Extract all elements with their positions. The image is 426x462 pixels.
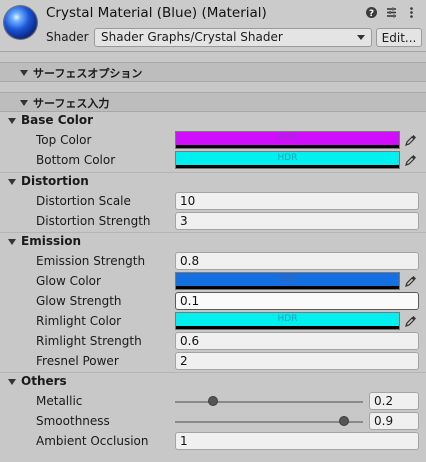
alpha-bar	[176, 165, 399, 168]
section-label: サーフェス入力	[33, 97, 110, 110]
top-color-field[interactable]: HDR	[175, 131, 400, 149]
emission-strength-input[interactable]: 0.8	[175, 252, 419, 270]
group-foldout-arrow-icon[interactable]	[8, 118, 16, 124]
hdr-tag: HDR	[277, 153, 298, 163]
divider	[0, 232, 426, 233]
group-label-others: Others	[21, 374, 67, 388]
header-icons: ?	[365, 6, 418, 19]
top-color-label: Top Color	[36, 133, 92, 147]
shader-label: Shader	[46, 30, 89, 44]
group-foldout-arrow-icon[interactable]	[8, 239, 16, 245]
alpha-bar	[176, 286, 399, 289]
fresnel-power-label: Fresnel Power	[36, 354, 119, 368]
smoothness-input[interactable]: 0.9	[369, 412, 419, 430]
bottom-color-field[interactable]: HDR	[175, 151, 400, 169]
alpha-bar	[176, 145, 399, 148]
emission-strength-label: Emission Strength	[36, 254, 146, 268]
shader-dropdown-value: Shader Graphs/Crystal Shader	[101, 30, 283, 44]
distortion-strength-label: Distortion Strength	[36, 214, 151, 228]
shader-dropdown[interactable]: Shader Graphs/Crystal Shader	[94, 28, 372, 47]
section-surface-inputs[interactable]: サーフェス入力	[0, 92, 426, 112]
foldout-arrow-icon	[20, 100, 28, 106]
glow-strength-input[interactable]: 0.1	[175, 292, 419, 310]
eyedropper-icon[interactable]	[402, 312, 419, 330]
glow-strength-label: Glow Strength	[36, 294, 122, 308]
group-label-distortion: Distortion	[21, 174, 89, 188]
eyedropper-icon[interactable]	[402, 151, 419, 169]
section-surface-options[interactable]: サーフェスオプション	[0, 62, 426, 82]
alpha-bar	[176, 326, 399, 329]
help-icon[interactable]: ?	[365, 6, 378, 19]
hdr-tag: HDR	[277, 274, 298, 284]
rimlight-strength-input[interactable]: 0.6	[175, 332, 419, 350]
rimlight-color-label: Rimlight Color	[36, 314, 122, 328]
metallic-slider-thumb[interactable]	[207, 396, 218, 406]
rimlight-color-field[interactable]: HDR	[175, 312, 400, 330]
material-preview-sphere	[4, 6, 37, 39]
hdr-tag: HDR	[277, 133, 298, 143]
distortion-scale-label: Distortion Scale	[36, 194, 131, 208]
ambient-occlusion-input[interactable]: 1	[175, 432, 419, 450]
foldout-arrow-icon	[20, 70, 28, 76]
metallic-input[interactable]: 0.2	[369, 392, 419, 410]
eyedropper-icon[interactable]	[402, 272, 419, 290]
metallic-label: Metallic	[36, 394, 83, 408]
group-foldout-arrow-icon[interactable]	[8, 179, 16, 185]
material-title: Crystal Material (Blue) (Material)	[46, 5, 267, 21]
section-label: サーフェスオプション	[33, 67, 143, 80]
distortion-strength-input[interactable]: 3	[175, 212, 419, 230]
svg-text:?: ?	[369, 9, 374, 19]
divider	[0, 372, 426, 373]
preset-icon[interactable]	[385, 6, 398, 19]
ambient-occlusion-label: Ambient Occlusion	[36, 434, 149, 448]
dropdown-arrow-icon	[357, 35, 365, 40]
bottom-color-label: Bottom Color	[36, 153, 116, 167]
group-label-base-color: Base Color	[21, 113, 94, 127]
metallic-slider-track[interactable]	[175, 401, 363, 403]
group-label-emission: Emission	[21, 234, 81, 248]
edit-shader-button[interactable]: Edit...	[376, 28, 422, 47]
fresnel-power-input[interactable]: 2	[175, 352, 419, 370]
hdr-tag: HDR	[277, 314, 298, 324]
smoothness-label: Smoothness	[36, 414, 110, 428]
smoothness-slider-thumb[interactable]	[339, 416, 350, 426]
divider	[0, 172, 426, 173]
group-foldout-arrow-icon[interactable]	[8, 379, 16, 385]
eyedropper-icon[interactable]	[402, 131, 419, 149]
rimlight-strength-label: Rimlight Strength	[36, 334, 142, 348]
smoothness-slider-track[interactable]	[175, 421, 363, 423]
distortion-scale-input[interactable]: 10	[175, 192, 419, 210]
inspector-header: Crystal Material (Blue) (Material) ? Sha…	[0, 0, 426, 52]
more-icon[interactable]	[405, 6, 418, 19]
glow-color-field[interactable]: HDR	[175, 272, 400, 290]
glow-color-label: Glow Color	[36, 274, 101, 288]
